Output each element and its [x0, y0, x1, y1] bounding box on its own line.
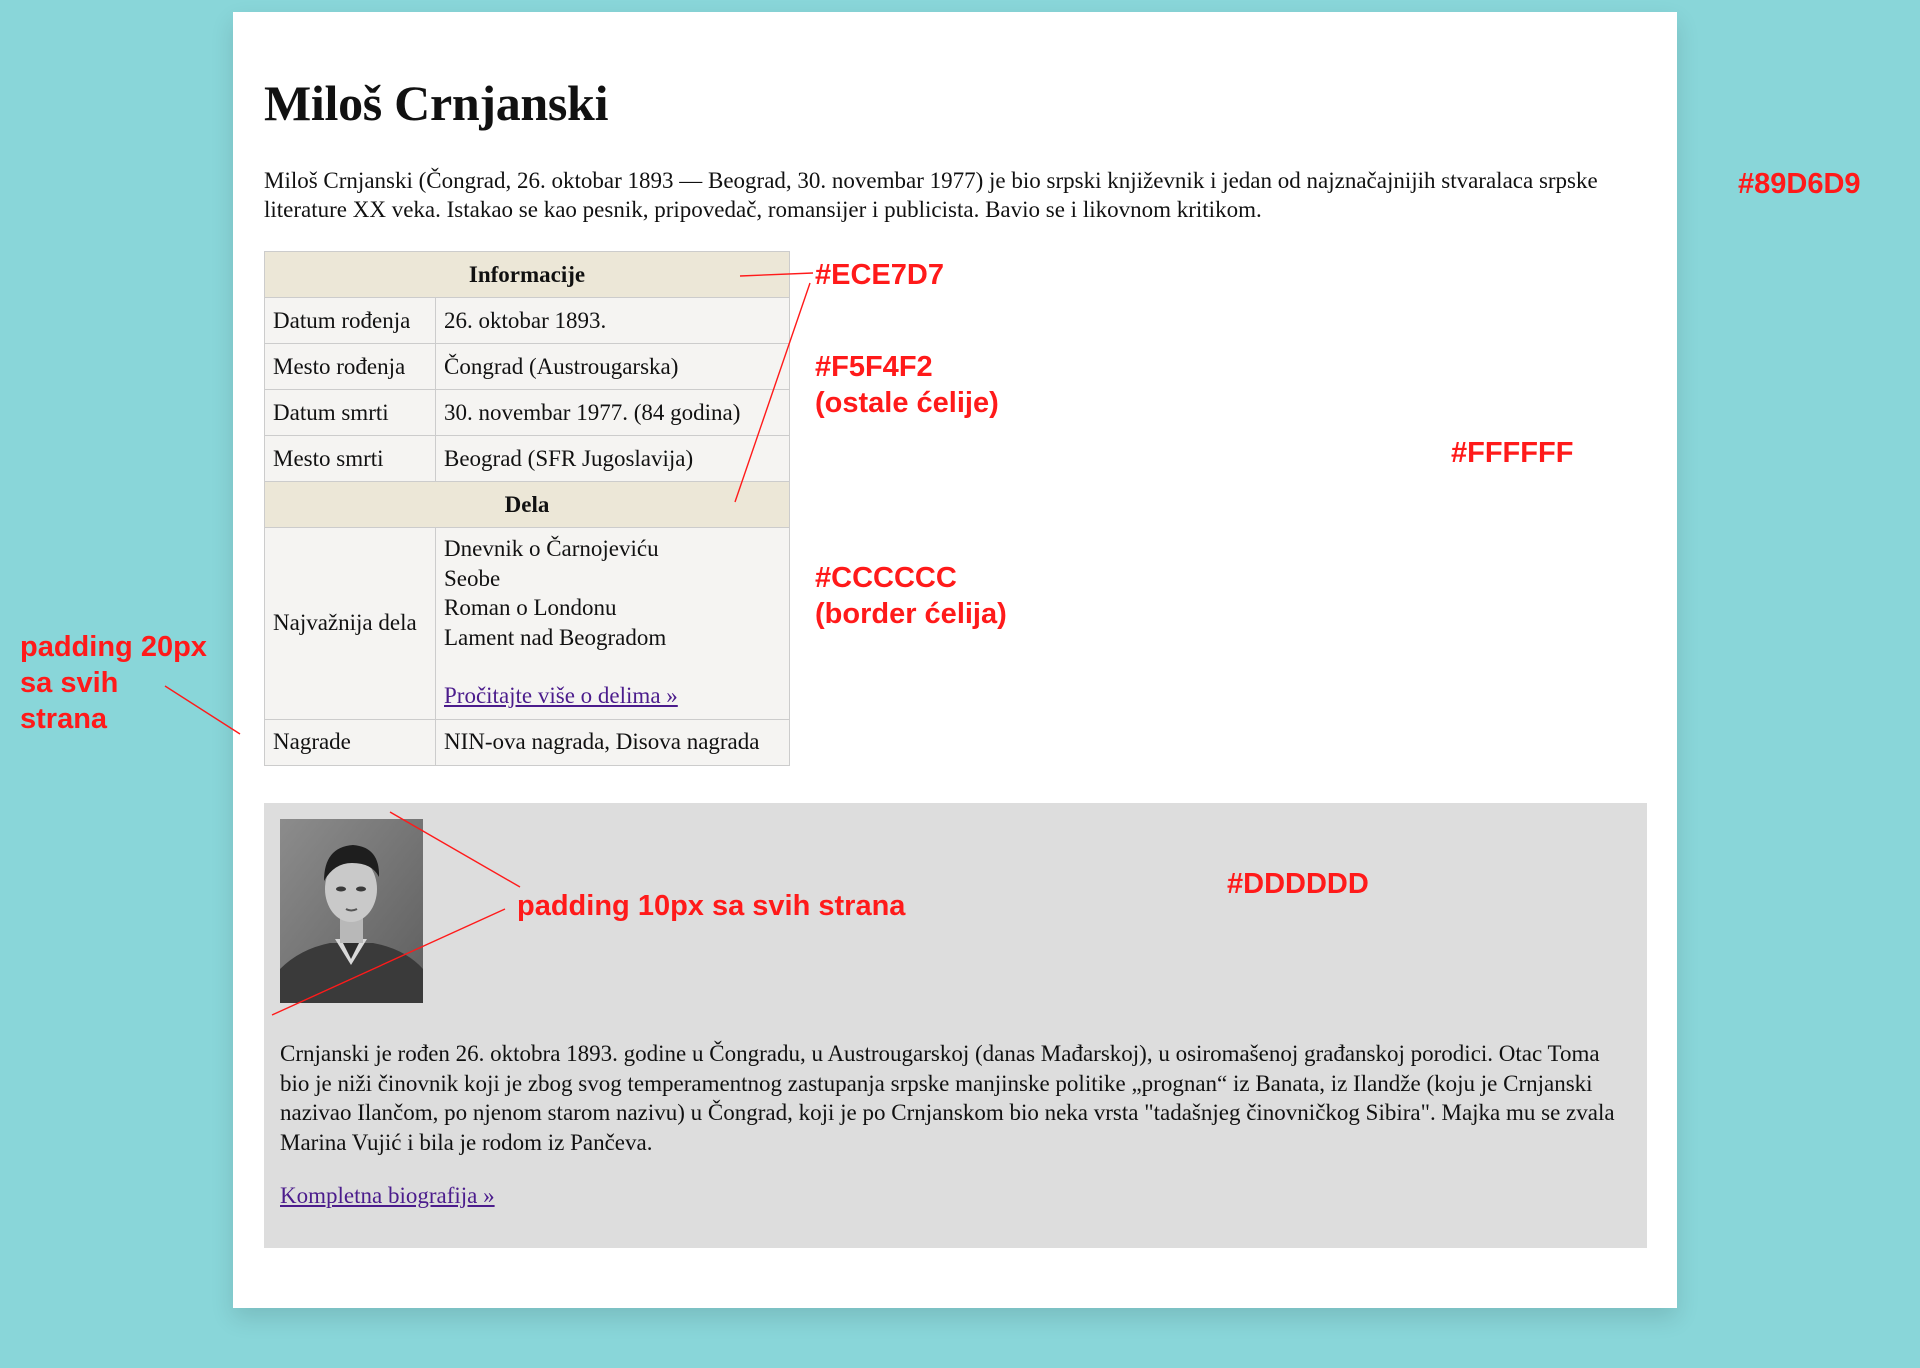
works-cell: Dnevnik o Čarnojeviću Seobe Roman o Lond…	[435, 527, 790, 720]
row-label: Nagrade	[264, 718, 436, 766]
row-value: 30. novembar 1977. (84 godina)	[435, 389, 790, 436]
annotation-border-note: (border ćelija)	[815, 598, 1007, 630]
annotation-outer-padding-line: padding 20px	[20, 631, 207, 663]
table-row: Mesto smrti Beograd (SFR Jugoslavija)	[264, 435, 790, 482]
row-label: Datum smrti	[264, 389, 436, 436]
work-item: Lament nad Beogradom	[444, 624, 667, 650]
annotation-outer-padding-line: sa svih	[20, 667, 119, 699]
read-more-works-link[interactable]: Pročitajte više o delima »	[444, 681, 781, 711]
work-item: Dnevnik o Čarnojeviću	[444, 536, 659, 561]
annotation-page-bg: #FFFFFF	[1451, 437, 1574, 469]
intro-paragraph: Miloš Crnjanski (Čongrad, 26. oktobar 18…	[264, 168, 1598, 222]
page-title: Miloš Crnjanski	[264, 75, 609, 131]
annotation-outer-padding-line: strana	[20, 703, 108, 735]
works-label: Najvažnija dela	[264, 527, 436, 720]
section-header-dela: Dela	[264, 481, 790, 528]
annotation-cell-color-note: (ostale ćelije)	[815, 387, 999, 419]
row-label: Datum rođenja	[264, 297, 436, 344]
biography-box: Crnjanski je rođen 26. oktobra 1893. god…	[264, 803, 1647, 1248]
row-value: 26. oktobar 1893.	[435, 297, 790, 344]
annotation-cell-color-value: #F5F4F2	[815, 351, 933, 383]
table-row: Datum rođenja 26. oktobar 1893.	[264, 297, 790, 344]
table-row: Najvažnija dela Dnevnik o Čarnojeviću Se…	[264, 527, 790, 720]
annotation-border-value: #CCCCCC	[815, 562, 957, 594]
page-container: Miloš Crnjanski Miloš Crnjanski (Čongrad…	[233, 12, 1677, 1308]
portrait-photo	[280, 819, 423, 1003]
table-row: Nagrade NIN-ova nagrada, Disova nagrada	[264, 718, 790, 766]
work-item: Roman o Londonu	[444, 595, 617, 620]
annotation-outer-padding: padding 20px sa svih strana	[20, 629, 207, 737]
annotation-border-color: #CCCCCC (border ćelija)	[815, 560, 1007, 632]
section-header-informacije: Informacije	[264, 251, 790, 298]
row-value: Čongrad (Austrougarska)	[435, 343, 790, 390]
work-item: Seobe	[444, 565, 501, 591]
table-row: Datum smrti 30. novembar 1977. (84 godin…	[264, 389, 790, 436]
info-table: Informacije Datum rođenja 26. oktobar 18…	[264, 251, 790, 766]
table-row: Informacije	[264, 251, 790, 298]
table-row: Mesto rođenja Čongrad (Austrougarska)	[264, 343, 790, 390]
table-row: Dela	[264, 481, 790, 528]
full-biography-link[interactable]: Kompletna biografija »	[280, 1183, 495, 1209]
annotation-header-color: #ECE7D7	[815, 259, 944, 291]
biography-text: Crnjanski je rođen 26. oktobra 1893. god…	[280, 1041, 1615, 1155]
annotation-outer-bg: #89D6D9	[1738, 168, 1861, 200]
row-label: Mesto smrti	[264, 435, 436, 482]
annotation-bio-bg: #DDDDDD	[1227, 868, 1369, 900]
annotation-inner-padding: padding 10px sa svih strana	[517, 890, 906, 922]
row-value: Beograd (SFR Jugoslavija)	[435, 435, 790, 482]
annotation-cell-color: #F5F4F2 (ostale ćelije)	[815, 349, 999, 421]
row-label: Mesto rođenja	[264, 343, 436, 390]
row-value: NIN-ova nagrada, Disova nagrada	[435, 718, 790, 766]
